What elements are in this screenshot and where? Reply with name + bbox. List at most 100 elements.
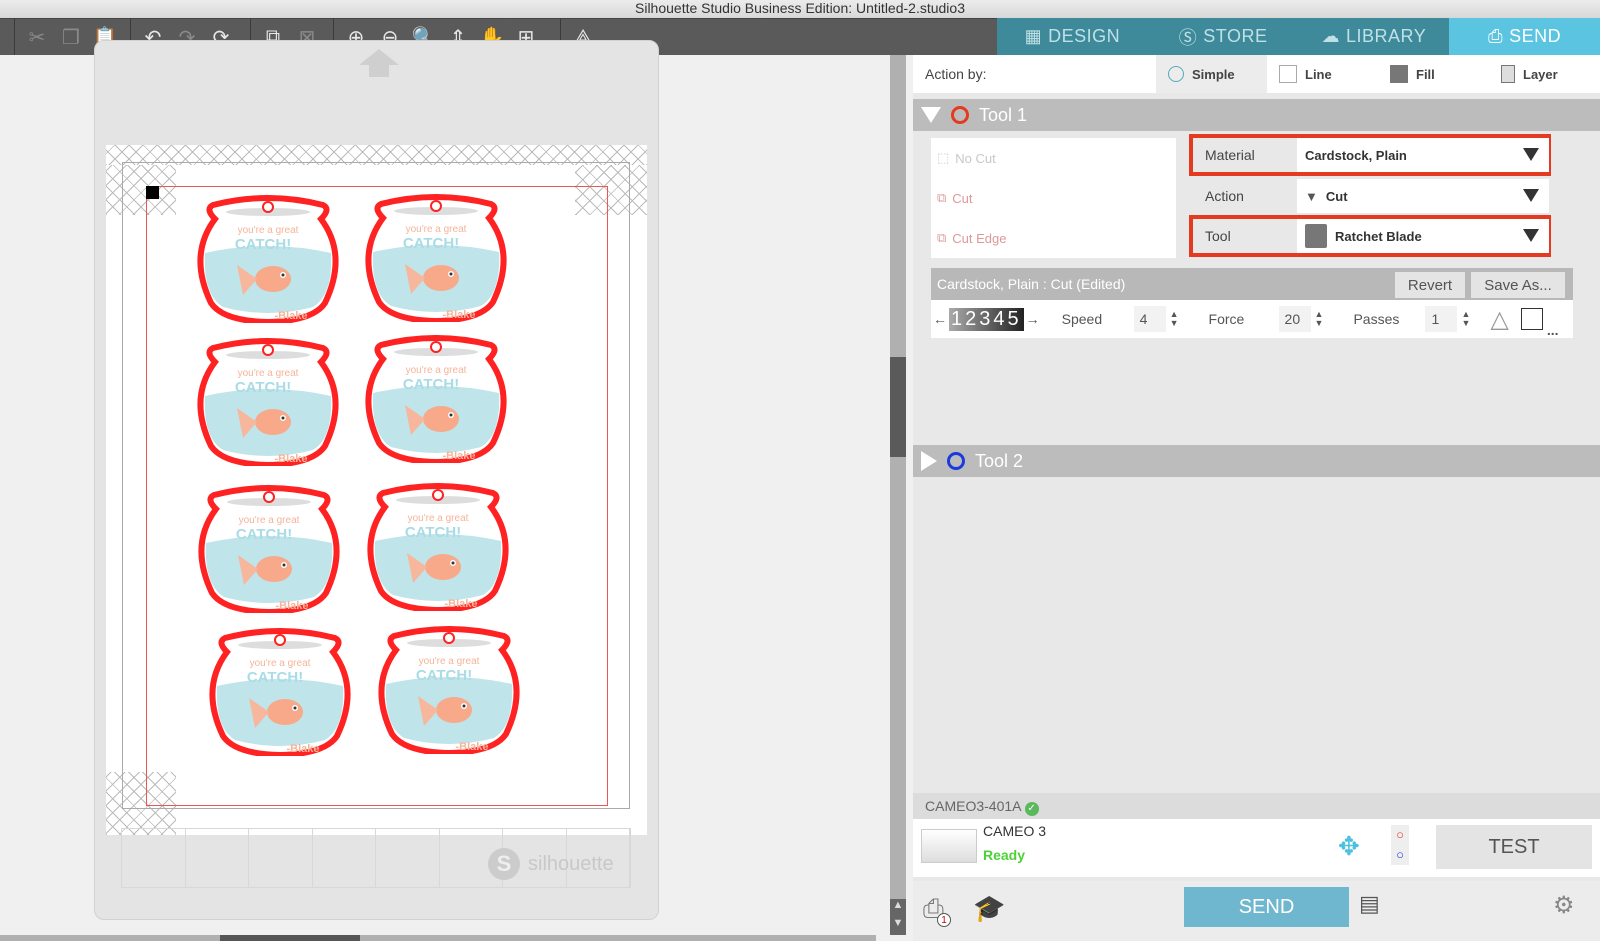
tab-library[interactable]: ☁ LIBRARY bbox=[1299, 18, 1450, 55]
tool-value-box[interactable]: Ratchet Blade bbox=[1297, 219, 1549, 253]
device-name: CAMEO 3 bbox=[983, 823, 1047, 839]
action-by-layer[interactable]: Layer bbox=[1489, 55, 1600, 93]
action-select[interactable]: Action ▼ Cut bbox=[1191, 177, 1549, 215]
speed-stepper[interactable]: ▲ ▼ bbox=[1170, 310, 1179, 328]
card-line2: CATCH! bbox=[416, 667, 472, 684]
card-line2: CATCH! bbox=[247, 669, 303, 686]
goldfish bbox=[423, 265, 459, 291]
collapse-triangle-icon[interactable] bbox=[921, 107, 941, 123]
cut-option-no-cut[interactable]: ⬚ No Cut bbox=[931, 138, 1176, 178]
send-button[interactable]: SEND bbox=[1184, 887, 1349, 927]
action-value: Cut bbox=[1325, 188, 1348, 204]
action-value-box[interactable]: ▼ Cut bbox=[1297, 179, 1549, 213]
option-label: No Cut bbox=[955, 150, 996, 166]
grid-icon: ▦ bbox=[1024, 26, 1043, 46]
goldfish bbox=[255, 409, 291, 435]
goldfish bbox=[436, 697, 472, 723]
card-signature: -Blake bbox=[442, 309, 475, 321]
blade-depth-dial[interactable]: 12345 bbox=[949, 307, 1024, 331]
more-options-button[interactable]: ... bbox=[1547, 322, 1559, 338]
passes-label: Passes bbox=[1353, 311, 1400, 327]
fishbowl-card[interactable]: you're a great CATCH! -Blake bbox=[193, 338, 343, 469]
scroll-down-icon[interactable]: ▼ bbox=[890, 917, 906, 935]
chevron-down-icon[interactable] bbox=[1523, 189, 1539, 202]
cut-icon[interactable]: ✂ bbox=[23, 24, 51, 52]
fishbowl-graphic: you're a great CATCH! -Blake bbox=[198, 485, 340, 616]
device-id: CAMEO3-401A bbox=[925, 798, 1021, 814]
tool2-color-icon bbox=[947, 452, 965, 470]
goldfish bbox=[423, 406, 459, 432]
move-arrows-icon[interactable]: ✥ bbox=[1338, 831, 1360, 862]
action-by-simple[interactable]: Simple bbox=[1156, 55, 1267, 93]
card-signature: -Blake bbox=[274, 310, 307, 322]
tool2-header[interactable]: Tool 2 bbox=[913, 445, 1600, 477]
chevron-down-icon[interactable] bbox=[1523, 229, 1539, 242]
scroll-thumb[interactable] bbox=[890, 357, 906, 457]
action-by-line[interactable]: Line bbox=[1267, 55, 1378, 93]
horizontal-scrollbar[interactable] bbox=[0, 935, 876, 941]
tab-label: SEND bbox=[1509, 26, 1562, 46]
window-title: Silhouette Studio Business Edition: Unti… bbox=[0, 0, 1600, 18]
scroll-up-icon[interactable]: ▲ bbox=[890, 899, 906, 917]
action-by-fill[interactable]: Fill bbox=[1378, 55, 1489, 93]
panel-scrollbar[interactable]: ▲ ▼ bbox=[890, 55, 906, 935]
fishbowl-card[interactable]: you're a great CATCH! -Blake bbox=[363, 483, 513, 614]
feed-arrow-stem bbox=[369, 65, 389, 77]
fishbowl-card[interactable]: you're a great CATCH! -Blake bbox=[193, 195, 343, 326]
tab-store[interactable]: Ⓢ STORE bbox=[1148, 18, 1299, 55]
tool1-header[interactable]: Tool 1 bbox=[913, 99, 1600, 131]
speed-input[interactable]: 4 bbox=[1133, 306, 1166, 332]
card-signature: -Blake bbox=[274, 453, 307, 465]
send-panel: Action by: Simple Line Fill Layer Tool 1… bbox=[913, 55, 1600, 941]
option-label: Cut Edge bbox=[952, 230, 1007, 246]
barcode-icon[interactable]: ▤ bbox=[1359, 891, 1380, 917]
line-segment-overcut-icon[interactable]: △ bbox=[1490, 305, 1508, 334]
cut-option-cut-edge[interactable]: ⧉ Cut Edge bbox=[931, 218, 1176, 258]
save-as-button[interactable]: Save As... bbox=[1471, 272, 1565, 298]
goldfish bbox=[425, 554, 461, 580]
test-button[interactable]: TEST bbox=[1436, 825, 1592, 869]
fishbowl-graphic: you're a great CATCH! -Blake bbox=[197, 338, 339, 469]
arrow-left-icon[interactable]: ← bbox=[933, 311, 947, 327]
fishbowl-card[interactable]: you're a great CATCH! -Blake bbox=[361, 194, 511, 325]
material-value-box[interactable]: Cardstock, Plain bbox=[1297, 138, 1549, 172]
card-line1: you're a great bbox=[408, 513, 469, 524]
chevron-down-icon[interactable] bbox=[1523, 148, 1539, 161]
device-header: CAMEO3-401A ✓ bbox=[913, 793, 1600, 819]
card-line1: you're a great bbox=[238, 368, 299, 379]
queue-count-badge: 1 bbox=[937, 913, 951, 927]
tutorial-cap-icon[interactable]: 🎓 bbox=[973, 893, 1005, 924]
fishbowl-card[interactable]: you're a great CATCH! -Blake bbox=[374, 626, 524, 757]
cut-settings: ← 12345 → Speed 4 ▲ ▼ Force 20 ▲ ▼ Passes … bbox=[931, 300, 1573, 338]
ratchet-blade-icon bbox=[1305, 224, 1327, 248]
revert-button[interactable]: Revert bbox=[1395, 272, 1465, 298]
tool-select[interactable]: Tool Ratchet Blade bbox=[1189, 215, 1551, 257]
fishbowl-card[interactable]: you're a great CATCH! -Blake bbox=[194, 485, 344, 616]
gear-icon[interactable]: ⚙ bbox=[1553, 891, 1575, 920]
fishbowl-graphic: you're a great CATCH! -Blake bbox=[378, 626, 520, 757]
card-signature: -Blake bbox=[286, 743, 319, 755]
fishbowl-card[interactable]: you're a great CATCH! -Blake bbox=[205, 628, 355, 759]
fishbowl-card[interactable]: you're a great CATCH! -Blake bbox=[361, 335, 511, 466]
tool2-indicator-icon: ○ bbox=[1396, 847, 1404, 862]
arrow-right-icon[interactable]: → bbox=[1026, 311, 1040, 327]
cut-edge-icon: ⧉ bbox=[937, 230, 947, 245]
passes-input[interactable]: 1 bbox=[1425, 306, 1458, 332]
passes-stepper[interactable]: ▲ ▼ bbox=[1461, 310, 1470, 328]
force-stepper[interactable]: ▲ ▼ bbox=[1315, 310, 1324, 328]
copy-icon[interactable]: ❐ bbox=[57, 24, 85, 52]
tab-design[interactable]: ▦ DESIGN bbox=[997, 18, 1148, 55]
force-input[interactable]: 20 bbox=[1278, 306, 1311, 332]
scroll-thumb[interactable] bbox=[220, 935, 360, 941]
option-label: Cut bbox=[952, 190, 973, 206]
tab-send[interactable]: ⎙ SEND bbox=[1449, 18, 1600, 55]
expand-triangle-icon[interactable] bbox=[921, 451, 937, 471]
preset-name: Cardstock, Plain : Cut (Edited) bbox=[937, 276, 1126, 292]
device-row[interactable]: CAMEO 3 Ready ✥ ○ ○ TEST bbox=[913, 819, 1600, 877]
tool-label: Tool bbox=[1205, 228, 1231, 244]
fishbowl-graphic: you're a great CATCH! -Blake bbox=[367, 483, 509, 614]
cut-option-cut[interactable]: ⧉ Cut bbox=[931, 178, 1176, 218]
material-select[interactable]: Material Cardstock, Plain bbox=[1189, 134, 1551, 176]
goldfish bbox=[255, 266, 291, 292]
overcut-checkbox[interactable] bbox=[1520, 308, 1543, 330]
